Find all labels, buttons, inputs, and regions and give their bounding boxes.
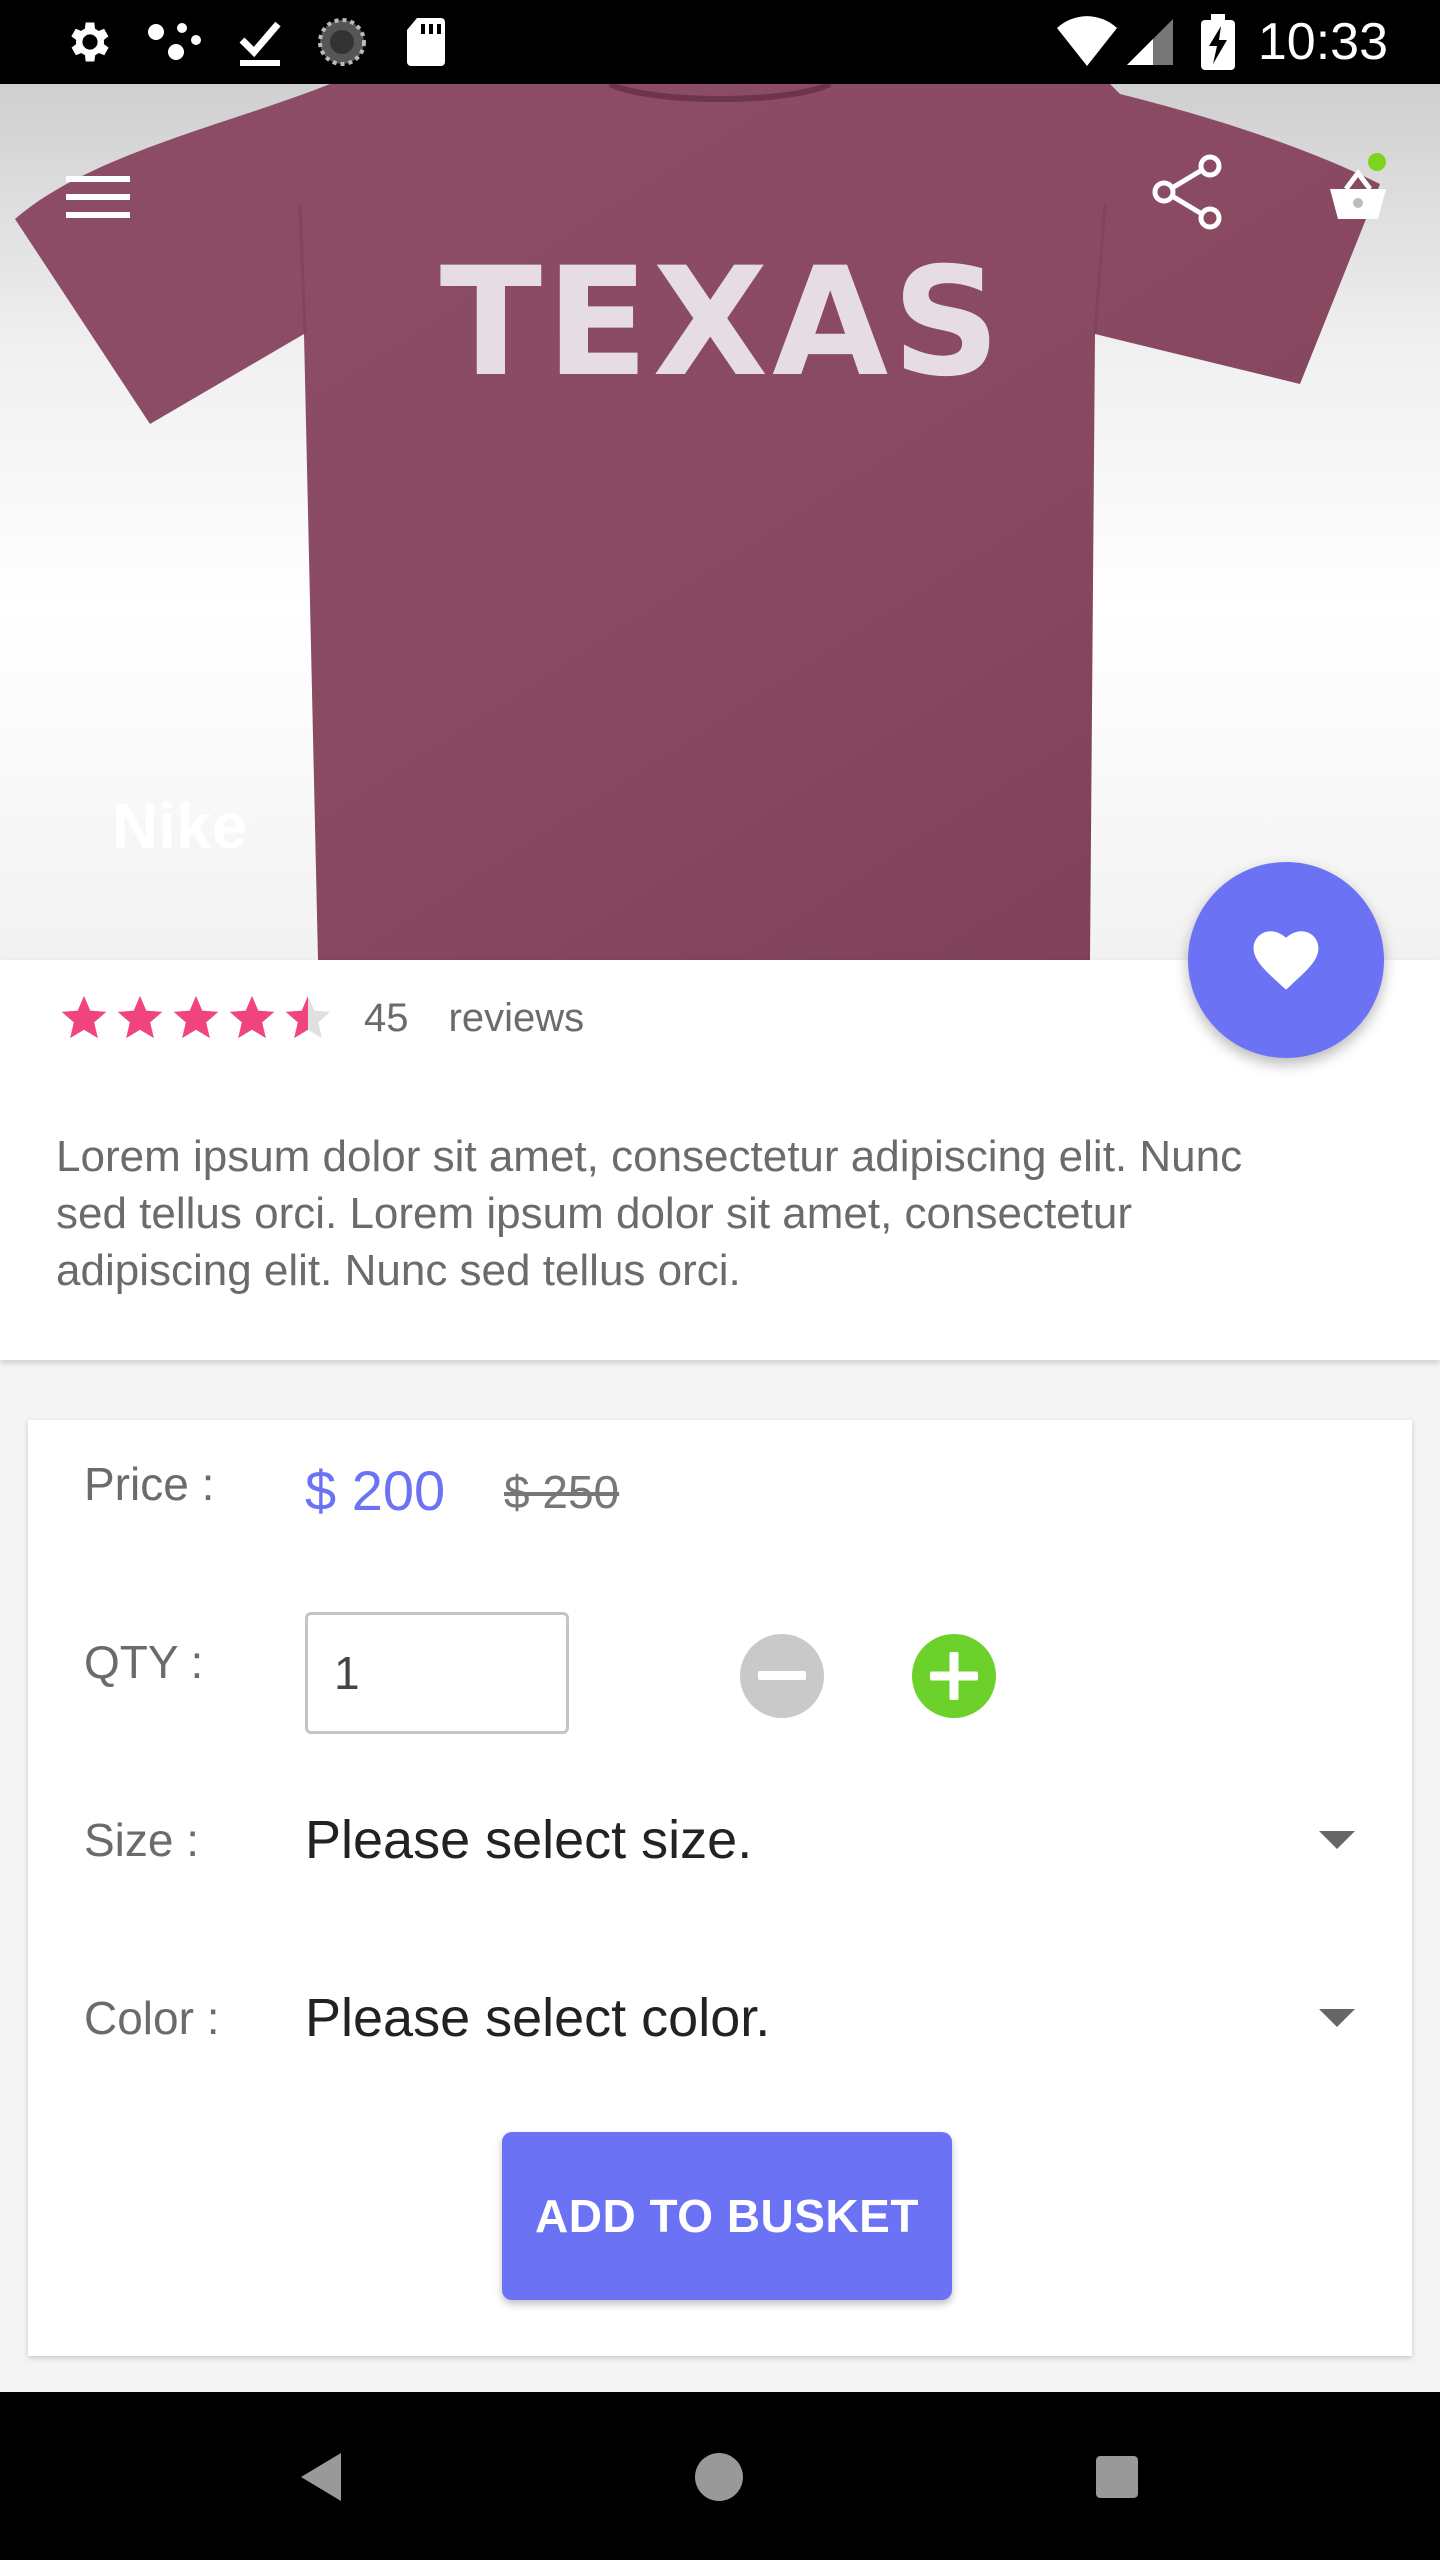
product-detail-screen: 10:33 TEXAS Nike 45 reviews Lorem ipsum … [0,0,1440,2560]
chevron-down-icon [1317,1820,1357,1860]
size-select[interactable]: Please select size. [305,1790,1359,1890]
menu-button[interactable] [56,154,140,238]
status-bar: 10:33 [0,0,1440,84]
cellular-signal-icon [1122,14,1178,70]
star-icon [114,992,166,1044]
menu-icon [66,176,130,218]
cart-button[interactable] [1316,150,1400,240]
sd-card-icon [398,14,454,70]
original-price: $ 250 [504,1466,620,1518]
svg-text:TEXAS: TEXAS [440,236,1005,410]
add-to-basket-button[interactable]: ADD TO BUSKET [502,2132,952,2300]
qty-label: QTY : [84,1636,204,1688]
home-button[interactable] [674,2432,764,2522]
connections-icon [146,14,202,70]
recents-button[interactable] [1072,2432,1162,2522]
cart-icon [1330,169,1386,219]
star-icon [170,992,222,1044]
navigation-bar [0,2392,1440,2560]
share-button[interactable] [1146,144,1230,240]
star-icon [226,992,278,1044]
price-label: Price : [84,1458,215,1510]
color-select[interactable]: Please select color. [305,1968,1359,2068]
current-price: $ 200 [305,1459,446,1522]
color-label: Color : [84,1992,220,2044]
size-select-value: Please select size. [305,1810,753,1870]
quantity-input[interactable] [305,1612,569,1734]
product-hero-image: TEXAS Nike [0,84,1440,960]
back-icon [301,2453,341,2501]
plus-icon [930,1652,978,1700]
download-done-icon [232,14,288,70]
increase-quantity-button[interactable] [912,1634,996,1718]
star-icon [58,992,110,1044]
chevron-down-icon [1317,1998,1357,2038]
recents-icon [1096,2456,1138,2498]
decrease-quantity-button[interactable] [740,1634,824,1718]
cart-badge [1368,153,1386,171]
battery-charging-icon [1190,14,1246,70]
order-card: Price : $ 200 $ 250 QTY : Size : Please … [28,1420,1412,2356]
favorite-button[interactable] [1188,862,1384,1058]
home-icon [695,2453,743,2501]
minus-icon [758,1671,806,1680]
wifi-icon [1052,14,1122,70]
status-time: 10:33 [1257,13,1388,71]
share-icon [1152,154,1222,230]
rating: 45 reviews [58,990,584,1046]
brand-name: Nike [112,790,248,862]
reviews-link[interactable]: reviews [449,996,585,1041]
back-button[interactable] [276,2432,366,2522]
progress-icon [314,14,370,70]
half-star-icon [282,992,334,1044]
settings-icon [62,14,118,70]
product-description: Lorem ipsum dolor sit amet, consectetur … [56,1132,1243,1295]
size-label: Size : [84,1814,200,1866]
review-count: 45 [364,995,409,1040]
color-select-value: Please select color. [305,1988,771,2048]
heart-icon [1253,931,1319,990]
